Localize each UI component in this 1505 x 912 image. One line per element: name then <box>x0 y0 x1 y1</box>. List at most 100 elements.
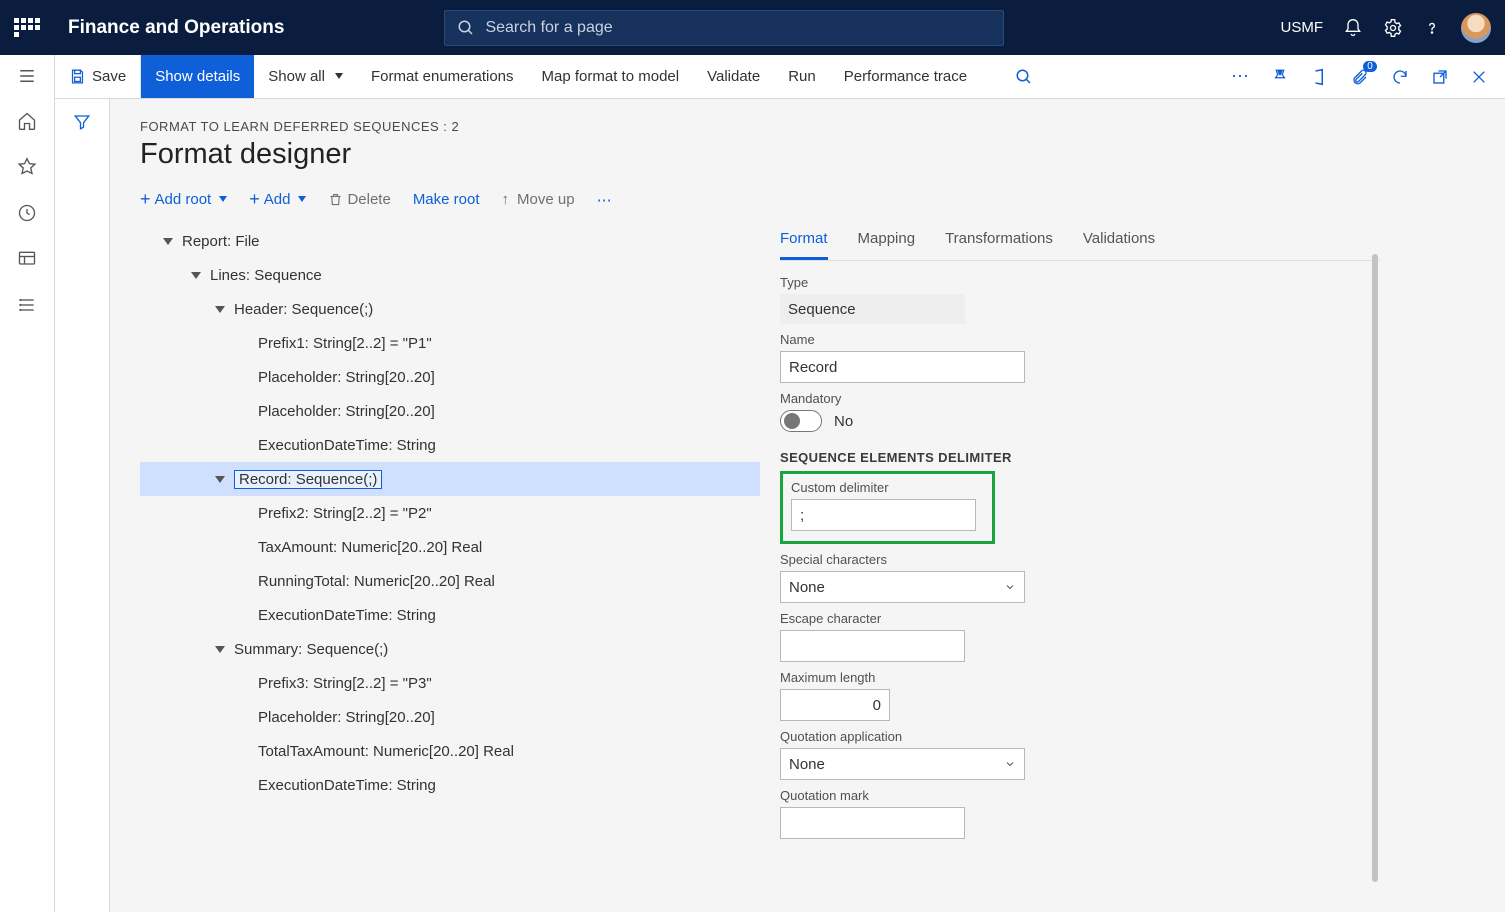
tree-row[interactable]: TaxAmount: Numeric[20..20] Real <box>140 530 760 564</box>
run-label: Run <box>788 68 816 85</box>
custom-delimiter-highlight: Custom delimiter <box>780 471 995 544</box>
tree-row[interactable]: RunningTotal: Numeric[20..20] Real <box>140 564 760 598</box>
tree-node-label: Placeholder: String[20..20] <box>258 369 435 386</box>
expand-caret-icon[interactable] <box>188 267 204 283</box>
map-format-button[interactable]: Map format to model <box>528 55 694 98</box>
tree-row[interactable]: Prefix3: String[2..2] = "P3" <box>140 666 760 700</box>
left-navigation-rail <box>0 55 55 912</box>
refresh-icon[interactable] <box>1391 68 1409 86</box>
attachments-badge: 0 <box>1363 61 1377 72</box>
tab-transformations[interactable]: Transformations <box>945 224 1053 260</box>
mandatory-toggle[interactable] <box>780 410 822 432</box>
settings-icon[interactable] <box>1383 18 1403 38</box>
special-chars-label: Special characters <box>780 552 1380 567</box>
performance-trace-button[interactable]: Performance trace <box>830 55 981 98</box>
modules-icon[interactable] <box>17 295 37 315</box>
tree-row[interactable]: Lines: Sequence <box>140 258 760 292</box>
add-button[interactable]: + Add <box>249 189 306 210</box>
company-selector[interactable]: USMF <box>1281 19 1324 36</box>
special-chars-value: None <box>789 579 825 596</box>
quot-app-select[interactable]: None <box>780 748 1025 780</box>
custom-delimiter-input[interactable] <box>791 499 976 531</box>
tree-row[interactable]: ExecutionDateTime: String <box>140 768 760 802</box>
tree-node-label: TaxAmount: Numeric[20..20] Real <box>258 539 482 556</box>
chevron-down-icon <box>1004 581 1016 593</box>
home-icon[interactable] <box>17 111 37 131</box>
favorites-icon[interactable] <box>17 157 37 177</box>
recent-icon[interactable] <box>17 203 37 223</box>
close-icon[interactable] <box>1471 69 1487 85</box>
tree-toolbar: + Add root + Add Delete Make root Move u… <box>140 189 1505 210</box>
show-all-button[interactable]: Show all <box>254 55 357 98</box>
user-avatar[interactable] <box>1461 13 1491 43</box>
tree-node-label: Summary: Sequence(;) <box>234 641 388 658</box>
format-enumerations-button[interactable]: Format enumerations <box>357 55 528 98</box>
panel-scrollbar[interactable] <box>1372 254 1378 882</box>
name-input[interactable] <box>780 351 1025 383</box>
delete-button[interactable]: Delete <box>328 191 390 208</box>
tree-row[interactable]: Record: Sequence(;) <box>140 462 760 496</box>
global-search[interactable]: Search for a page <box>444 10 1004 46</box>
action-search-button[interactable] <box>1001 55 1047 98</box>
format-enum-label: Format enumerations <box>371 68 514 85</box>
make-root-label: Make root <box>413 191 480 208</box>
brand-title: Finance and Operations <box>68 17 284 39</box>
special-chars-select[interactable]: None <box>780 571 1025 603</box>
tree-row[interactable]: ExecutionDateTime: String <box>140 598 760 632</box>
help-icon[interactable] <box>1423 19 1441 37</box>
tree-node-label: RunningTotal: Numeric[20..20] Real <box>258 573 495 590</box>
popout-icon[interactable] <box>1431 68 1449 86</box>
tree-node-label: ExecutionDateTime: String <box>258 777 436 794</box>
tree-node-label: Prefix2: String[2..2] = "P2" <box>258 505 432 522</box>
search-icon <box>457 19 475 37</box>
app-launcher-icon[interactable] <box>14 18 44 37</box>
save-button[interactable]: Save <box>55 55 141 98</box>
more-tree-actions[interactable]: ⋯ <box>597 191 612 209</box>
show-details-button[interactable]: Show details <box>141 55 254 98</box>
move-up-button[interactable]: Move up <box>502 191 575 208</box>
pin-icon[interactable] <box>1271 68 1289 86</box>
validate-button[interactable]: Validate <box>693 55 774 98</box>
expand-caret-icon[interactable] <box>160 233 176 249</box>
tree-node-label: Lines: Sequence <box>210 267 322 284</box>
tab-mapping[interactable]: Mapping <box>858 224 916 260</box>
properties-panel: Format Mapping Transformations Validatio… <box>760 224 1380 912</box>
tree-row[interactable]: Placeholder: String[20..20] <box>140 394 760 428</box>
tree-row[interactable]: TotalTaxAmount: Numeric[20..20] Real <box>140 734 760 768</box>
tab-validations[interactable]: Validations <box>1083 224 1155 260</box>
tree-row[interactable]: Placeholder: String[20..20] <box>140 700 760 734</box>
filter-icon[interactable] <box>73 113 91 131</box>
office-icon[interactable] <box>1311 68 1329 86</box>
add-root-button[interactable]: + Add root <box>140 189 227 210</box>
perf-label: Performance trace <box>844 68 967 85</box>
escape-label: Escape character <box>780 611 1380 626</box>
type-label: Type <box>780 275 1380 290</box>
maxlen-input[interactable] <box>780 689 890 721</box>
expand-caret-icon[interactable] <box>212 301 228 317</box>
workspaces-icon[interactable] <box>17 249 37 269</box>
tree-row[interactable]: ExecutionDateTime: String <box>140 428 760 462</box>
make-root-button[interactable]: Make root <box>413 191 480 208</box>
more-actions-button[interactable]: ⋯ <box>1231 66 1249 87</box>
hamburger-icon[interactable] <box>17 67 37 85</box>
tree-row[interactable]: Report: File <box>140 224 760 258</box>
tree-row[interactable]: Header: Sequence(;) <box>140 292 760 326</box>
expand-caret-icon[interactable] <box>212 641 228 657</box>
tree-row[interactable]: Summary: Sequence(;) <box>140 632 760 666</box>
escape-input[interactable] <box>780 630 965 662</box>
map-format-label: Map format to model <box>542 68 680 85</box>
add-label: Add <box>264 191 291 208</box>
expand-caret-icon[interactable] <box>212 471 228 487</box>
attachments-icon[interactable]: 0 <box>1351 67 1369 87</box>
properties-tabs: Format Mapping Transformations Validatio… <box>780 224 1380 261</box>
tab-format[interactable]: Format <box>780 224 828 260</box>
run-button[interactable]: Run <box>774 55 830 98</box>
tree-node-label: Prefix3: String[2..2] = "P3" <box>258 675 432 692</box>
tree-row[interactable]: Placeholder: String[20..20] <box>140 360 760 394</box>
tree-row[interactable]: Prefix1: String[2..2] = "P1" <box>140 326 760 360</box>
tree-row[interactable]: Prefix2: String[2..2] = "P2" <box>140 496 760 530</box>
notifications-icon[interactable] <box>1343 18 1363 38</box>
tree-node-label: ExecutionDateTime: String <box>258 437 436 454</box>
quot-mark-input[interactable] <box>780 807 965 839</box>
format-tree[interactable]: Report: File Lines: Sequence Header: Seque… <box>140 224 760 912</box>
